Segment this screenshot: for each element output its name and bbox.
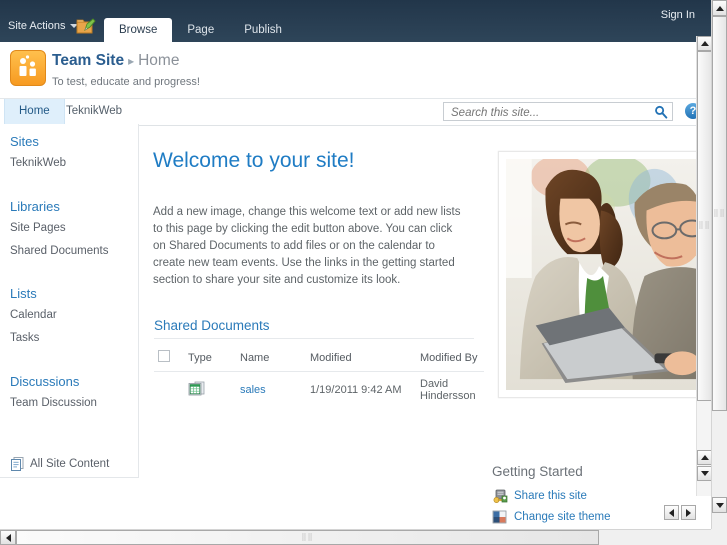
theme-palette-icon	[492, 510, 508, 528]
ribbon-tab-list: Browse Page Publish	[104, 18, 297, 42]
row-type-cell	[184, 372, 236, 409]
row-modified-cell: 1/19/2011 9:42 AM	[310, 384, 402, 396]
welcome-image	[506, 159, 702, 390]
left-sidebar: Sites TeknikWeb Libraries Site Pages Sha…	[0, 124, 139, 478]
table-row[interactable]: sales 1/19/2011 9:42 AM David Hindersson	[154, 372, 484, 409]
sidebar-item-team-discussion[interactable]: Team Discussion	[10, 397, 97, 409]
select-all-checkbox[interactable]	[158, 350, 170, 362]
arrow-up-icon	[700, 41, 709, 46]
welcome-body-text: Add a new image, change this welcome tex…	[153, 206, 461, 286]
inner-scroll-right-button[interactable]	[681, 505, 696, 520]
inner-scroll-up-button[interactable]	[697, 36, 711, 51]
site-tagline: To test, educate and progress!	[52, 76, 200, 88]
excel-document-icon	[188, 381, 205, 400]
arrow-up-icon-2	[700, 455, 709, 460]
browser-horizontal-scrollbar[interactable]: ⣿⣿	[0, 529, 711, 545]
ribbon-tab-publish[interactable]: Publish	[229, 18, 297, 42]
ribbon-tab-browse[interactable]: Browse	[104, 18, 173, 42]
sidebar-group-sites[interactable]: Sites	[10, 134, 39, 149]
inner-scroll-left-button[interactable]	[664, 505, 679, 520]
search-input[interactable]	[449, 103, 648, 122]
breadcrumb-separator-icon: ▸	[128, 54, 135, 68]
screenshot-root: Site Actions BrowsePagePublish Sign In	[0, 0, 727, 545]
sidebar-item-site-pages[interactable]: Site Pages	[10, 222, 66, 234]
webpart-divider	[154, 338, 474, 339]
change-theme-label: Change site theme	[514, 511, 611, 523]
team-site-logo-icon[interactable]	[10, 50, 46, 86]
sidebar-group-discussions[interactable]: Discussions	[10, 374, 79, 389]
documents-icon	[10, 456, 25, 474]
welcome-image-frame	[498, 151, 710, 398]
breadcrumb-page-name: Home	[138, 52, 180, 69]
column-header-modified[interactable]: Modified	[306, 344, 416, 372]
getting-started-change-theme[interactable]: Change site theme	[492, 510, 611, 528]
scroll-grip-icon: ⣿⣿	[301, 533, 314, 541]
browser-viewport: Site Actions BrowsePagePublish Sign In	[0, 0, 711, 529]
shared-documents-webpart-title[interactable]: Shared Documents	[154, 318, 270, 333]
row-name-cell: sales	[236, 372, 306, 409]
arrow-down-icon	[715, 502, 724, 508]
main-content: Welcome to your site! Add a new image, c…	[139, 124, 711, 529]
site-actions-label: Site Actions	[8, 20, 66, 32]
browser-vertical-scrollbar[interactable]: ⣿⣿	[711, 0, 727, 529]
inner-vertical-scrollbar[interactable]: ⣿⣿	[696, 36, 711, 496]
arrow-up-icon	[715, 5, 724, 11]
search-box[interactable]	[443, 102, 673, 122]
page-scroll-thumb[interactable]: ⣿⣿	[712, 16, 727, 411]
top-navigation-bar: Home TeknikWeb ?	[0, 98, 711, 126]
site-header: Team Site ▸ Home To test, educate and prog…	[0, 42, 711, 98]
arrow-left-icon	[5, 533, 11, 542]
document-name-link[interactable]: sales	[240, 384, 266, 396]
share-site-icon	[492, 489, 509, 507]
inner-scroll-down-button-upper[interactable]	[697, 450, 711, 465]
column-header-type[interactable]: Type	[184, 344, 236, 372]
inner-scroll-thumb[interactable]: ⣿⣿	[697, 51, 711, 401]
all-site-content-link[interactable]: All Site Content	[0, 450, 139, 478]
ribbon-tab-page[interactable]: Page	[172, 18, 229, 42]
sidebar-item-calendar[interactable]: Calendar	[10, 309, 57, 321]
page-title: Welcome to your site!	[153, 149, 355, 172]
sidebar-item-tasks[interactable]: Tasks	[10, 332, 39, 344]
arrow-down-icon	[700, 471, 709, 476]
select-all-checkbox-cell	[154, 344, 184, 372]
all-site-content-label: All Site Content	[30, 458, 110, 470]
row-modified-by-cell: David Hindersson	[420, 378, 476, 402]
shared-documents-table: Type Name Modified Modified By sales 1/1…	[154, 344, 484, 408]
scroll-grip-icon: ⣿⣿	[698, 222, 711, 229]
row-checkbox-cell	[154, 372, 184, 409]
scrollbar-corner	[711, 529, 727, 545]
inner-scroll-down-button[interactable]	[697, 466, 711, 481]
arrow-right-icon	[686, 508, 691, 517]
table-header-row: Type Name Modified Modified By	[154, 344, 484, 372]
sign-in-link[interactable]: Sign In	[661, 9, 695, 21]
site-actions-menu[interactable]: Site Actions	[8, 20, 79, 32]
sidebar-item-teknikweb[interactable]: TeknikWeb	[10, 157, 66, 169]
share-site-label: Share this site	[514, 490, 587, 502]
breadcrumb-site-name[interactable]: Team Site	[52, 52, 124, 69]
sidebar-item-shared-documents[interactable]: Shared Documents	[10, 245, 108, 257]
getting-started-title: Getting Started	[492, 464, 583, 479]
sidebar-group-libraries[interactable]: Libraries	[10, 199, 60, 214]
page-hscroll-thumb[interactable]: ⣿⣿	[16, 530, 599, 545]
ribbon-bar: Site Actions Browse Page Publish Sign In	[0, 0, 711, 42]
search-icon[interactable]	[654, 105, 668, 122]
arrow-left-icon	[669, 508, 674, 517]
scroll-grip-icon: ⣿⣿	[713, 209, 726, 217]
sidebar-group-lists[interactable]: Lists	[10, 286, 37, 301]
nav-tab-teknikweb[interactable]: TeknikWeb	[52, 99, 136, 124]
column-header-modified-by[interactable]: Modified By	[416, 344, 484, 372]
edit-page-icon[interactable]	[76, 18, 96, 35]
page-scroll-left-button[interactable]	[0, 530, 16, 545]
page-scroll-down-button[interactable]	[712, 497, 727, 513]
column-header-name[interactable]: Name	[236, 344, 306, 372]
breadcrumb: Team Site ▸ Home	[52, 52, 179, 70]
page-scroll-up-button[interactable]	[712, 0, 727, 16]
getting-started-share-site[interactable]: Share this site	[492, 489, 587, 507]
